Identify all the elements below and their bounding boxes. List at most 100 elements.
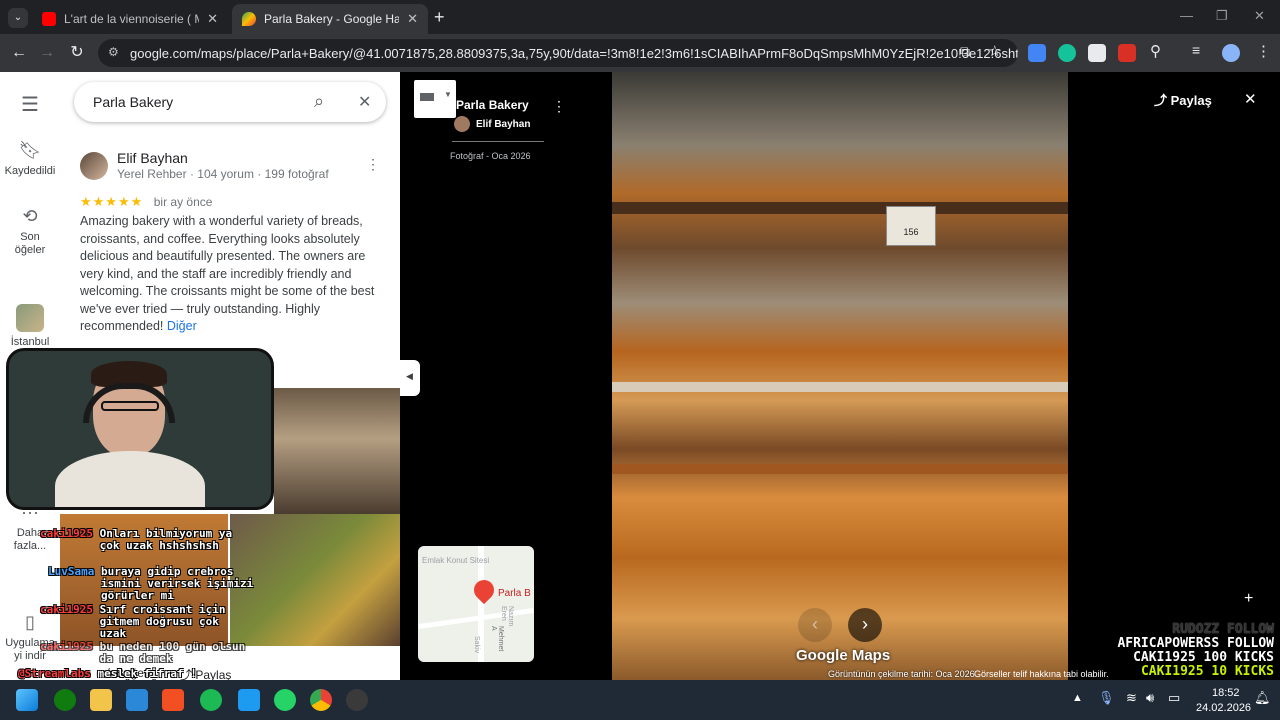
chevron-down-icon: ▼: [444, 90, 452, 99]
reload-button[interactable]: ↻: [66, 42, 88, 64]
chat-username: caki1925: [40, 603, 93, 616]
reviewer-meta: Yerel Rehber · 104 yorum · 199 fotoğraf: [117, 167, 329, 181]
clock-date[interactable]: 24.02.2026: [1196, 702, 1251, 714]
avatar[interactable]: [80, 152, 108, 180]
grammarly-extension-icon[interactable]: [1058, 44, 1076, 62]
search-icon[interactable]: ⌕: [314, 91, 324, 112]
store-icon[interactable]: [162, 689, 184, 711]
nav-recent-label: Son öğeler: [14, 231, 46, 256]
map-street-label: Emlak Konut Sitesi: [422, 556, 490, 565]
translate-extension-icon[interactable]: [1028, 44, 1046, 62]
media-controls-icon[interactable]: ≡: [1192, 42, 1200, 58]
puzzle-extensions-icon[interactable]: ⚲: [1150, 42, 1161, 60]
notifications-icon[interactable]: 🔔︎: [1254, 690, 1271, 706]
nav-istanbul[interactable]: İstanbul: [0, 304, 60, 348]
chevron-left-icon: ◀: [406, 371, 413, 381]
search-input[interactable]: Parla Bakery ⌕ ✕: [74, 82, 386, 122]
volume-icon[interactable]: 🔊︎: [1146, 690, 1154, 706]
menu-kebab-icon[interactable]: ⋮: [1256, 42, 1271, 60]
review-menu-icon[interactable]: ⋮: [366, 156, 380, 173]
microphone-icon[interactable]: 🎙︎: [1098, 690, 1115, 706]
photo-prev-button[interactable]: ‹: [798, 608, 832, 642]
tab-maps[interactable]: Parla Bakery - Google Haritalar ✕: [232, 4, 428, 34]
window-close-button[interactable]: ✕: [1254, 8, 1265, 24]
map-street-label: Mehmet A: [490, 626, 504, 652]
zoom-in-button[interactable]: +: [1244, 590, 1253, 608]
layer-toggle[interactable]: ▼: [414, 80, 456, 118]
capture-date: Görüntünün çekilme tarihi: Oca 2026: [828, 669, 975, 679]
forward-button[interactable]: →: [36, 42, 58, 64]
chat-message: caki1925 Sırf croissant için gitmem doğr…: [40, 604, 250, 640]
chat-username: LuvSama: [48, 565, 95, 578]
review-time: bir ay önce: [153, 195, 213, 209]
tab-search-button[interactable]: ⌄: [8, 8, 28, 28]
follow-alert: AFRICAPOWERSS FOLLOW: [1117, 636, 1274, 651]
review-more-link[interactable]: Diğer: [167, 319, 197, 333]
xbox-icon[interactable]: [54, 689, 76, 711]
chrome-icon[interactable]: [310, 689, 332, 711]
clear-search-icon[interactable]: ✕: [358, 92, 371, 112]
maximize-button[interactable]: ❐: [1216, 8, 1228, 24]
nav-saved[interactable]: 🔖︎ Kaydedildi: [0, 140, 60, 177]
back-button[interactable]: ←: [8, 42, 30, 64]
file-explorer-icon[interactable]: [90, 689, 112, 711]
chat-text: bu neden 100 gün olsun da ne demek: [99, 640, 246, 665]
share-photo-button[interactable]: ⤴ Paylaş: [1154, 90, 1212, 109]
history-icon: ⟲: [22, 206, 38, 226]
rating-stars: ★★★★★: [80, 194, 144, 209]
follow-alert: RUDOZZ FOLLOW: [1172, 622, 1274, 637]
reviewer-name[interactable]: Elif Bayhan: [117, 150, 188, 166]
price-tag: 156: [886, 206, 936, 246]
tray-chevron-icon[interactable]: ▲: [1072, 692, 1083, 704]
profile-avatar[interactable]: [1222, 44, 1240, 62]
shelf: [612, 382, 1068, 392]
site-info-icon[interactable]: ⚙: [108, 45, 119, 59]
tab-title: L'art de la viennoiserie ( Mickaë: [64, 12, 199, 26]
photo-place-name[interactable]: Parla Bakery: [456, 98, 529, 112]
minimize-button[interactable]: —: [1180, 8, 1193, 23]
chat-username: caki1925: [40, 527, 93, 540]
photo-next-button[interactable]: ›: [848, 608, 882, 642]
chat-message: caki1925 bu neden 100 gün olsun da ne de…: [40, 641, 250, 665]
mini-map[interactable]: Emlak Konut Sitesi Nazım Eren Mehmet A S…: [418, 546, 534, 662]
windows-start-icon[interactable]: [16, 689, 38, 711]
spotify-icon[interactable]: [200, 689, 222, 711]
battery-icon[interactable]: ▭: [1168, 690, 1180, 706]
youtube-icon: [42, 12, 56, 26]
browser-tabbar: ⌄ L'art de la viennoiserie ( Mickaë ✕ Pa…: [0, 0, 1280, 34]
hamburger-menu-icon[interactable]: ☰: [0, 92, 60, 117]
collapse-panel-button[interactable]: ◀: [400, 360, 420, 396]
extension-icon[interactable]: [1088, 44, 1106, 62]
chat-text: Sırf croissant için gitmem doğrusu çok u…: [99, 603, 226, 640]
share-icon: ⤴: [1154, 93, 1168, 108]
bakery-photo[interactable]: 156 › ‹ Google Maps Görüntünün çekilme t…: [612, 72, 1068, 680]
tab-youtube[interactable]: L'art de la viennoiserie ( Mickaë ✕: [32, 4, 228, 34]
close-icon[interactable]: ✕: [207, 11, 218, 27]
photo-author-name[interactable]: Elif Bayhan: [476, 119, 530, 130]
photo-info-panel: ▼ Parla Bakery ⋮ Elif Bayhan Fotoğraf - …: [400, 72, 612, 680]
red-extension-icon[interactable]: [1118, 44, 1136, 62]
kicks-alert: CAKI1925 10 KICKS: [1140, 664, 1274, 679]
new-tab-button[interactable]: +: [434, 7, 445, 28]
close-icon[interactable]: ✕: [407, 11, 418, 27]
nav-recent[interactable]: ⟲ Son öğeler: [0, 206, 60, 257]
review-text: Amazing bakery with a wonderful variety …: [80, 213, 380, 336]
close-viewer-icon[interactable]: ✕: [1244, 90, 1257, 108]
obs-icon[interactable]: [346, 689, 368, 711]
chat-username: @Streamlabs: [18, 667, 91, 680]
install-icon[interactable]: ⧉: [960, 43, 970, 60]
app-icon[interactable]: [126, 689, 148, 711]
address-bar[interactable]: ⚙ google.com/maps/place/Parla+Bakery/@41…: [98, 39, 1018, 67]
wifi-icon[interactable]: ≋: [1126, 690, 1137, 706]
chat-username: caki1925: [40, 640, 93, 653]
bookmark-star-icon[interactable]: ☆: [988, 42, 1001, 60]
clock-time[interactable]: 18:52: [1212, 687, 1240, 699]
divider: [452, 141, 544, 142]
photo-menu-icon[interactable]: ⋮: [552, 98, 566, 115]
nav-istanbul-label: İstanbul: [10, 336, 50, 348]
review-photo-1[interactable]: [274, 388, 400, 514]
chat-message: LuvSama buraya gidip crebros ismini veri…: [48, 566, 256, 602]
whatsapp-icon[interactable]: [274, 689, 296, 711]
twitter-icon[interactable]: [238, 689, 260, 711]
keyboard-icon: [420, 93, 434, 101]
